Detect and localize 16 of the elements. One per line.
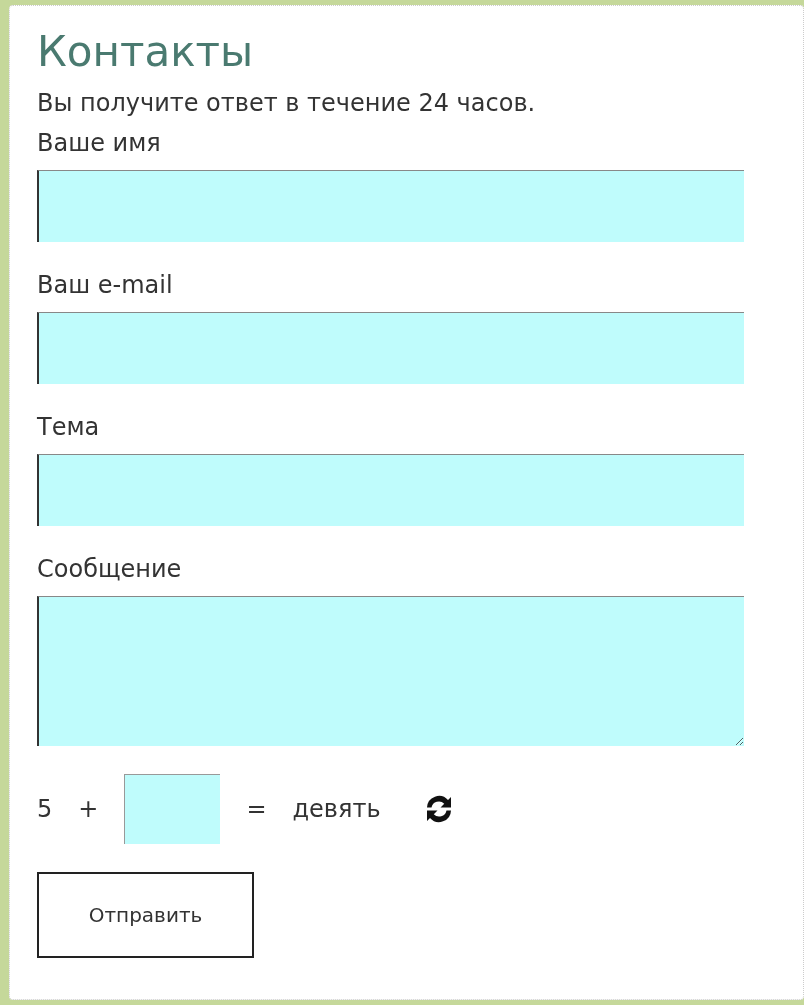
subtitle-text: Вы получите ответ в течение 24 часов.: [37, 88, 537, 119]
captcha-equals: =: [246, 795, 267, 823]
captcha-operand: 5: [37, 795, 53, 823]
field-label: Сообщение: [37, 554, 183, 585]
captcha-operator: +: [78, 795, 99, 823]
captcha-field[interactable]: [124, 774, 221, 844]
submit-button[interactable]: Отправить: [37, 872, 254, 958]
input-field[interactable]: [37, 170, 744, 242]
field-label: Тема: [37, 412, 101, 443]
captcha-result: девять: [292, 795, 381, 823]
field-label: Ваше имя: [37, 128, 162, 159]
input-field[interactable]: [37, 312, 744, 384]
input-field[interactable]: [37, 454, 744, 526]
message-field[interactable]: [37, 596, 744, 746]
page-title: Контакты: [37, 26, 255, 78]
field-label: Ваш e-mail: [37, 270, 174, 301]
